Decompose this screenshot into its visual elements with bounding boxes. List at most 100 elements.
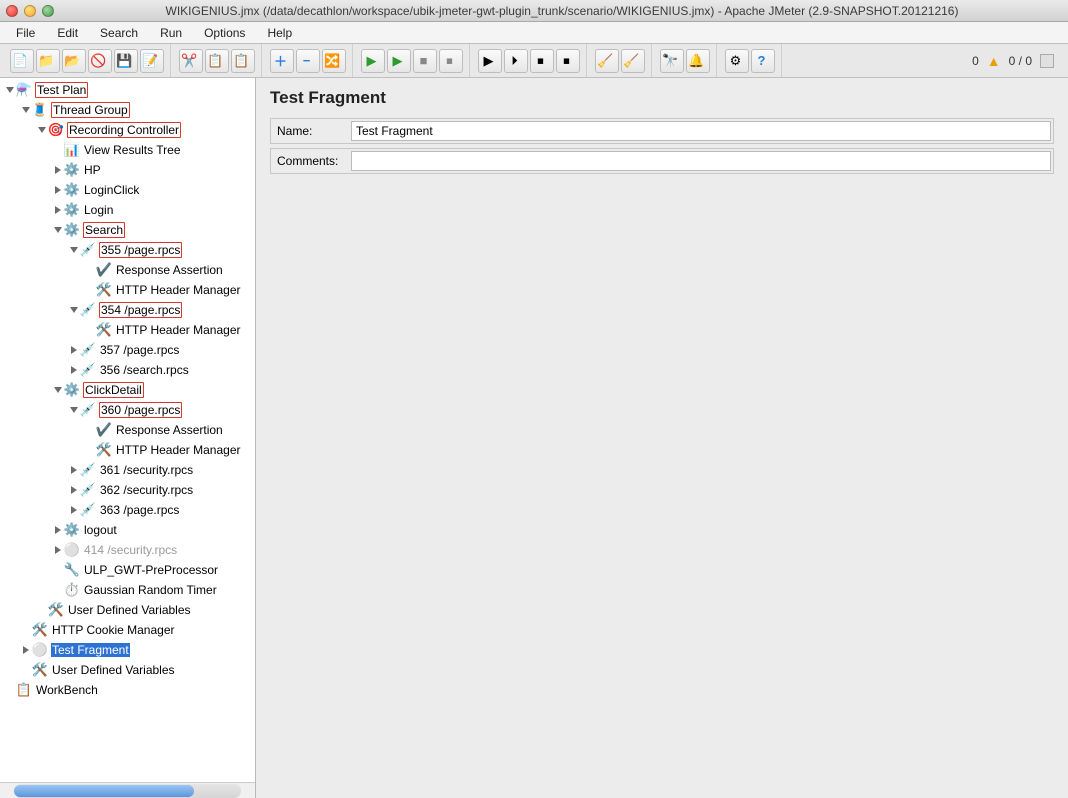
save-as-button[interactable]: 📝 [140, 49, 164, 73]
tree-node-udv2[interactable]: 🛠️ User Defined Variables [0, 660, 255, 680]
tree-node-recording-controller[interactable]: 🎯 Recording Controller [0, 120, 255, 140]
disclosure-icon[interactable] [22, 107, 30, 113]
collapse-button[interactable]: − [296, 49, 320, 73]
tree-node-thread-group[interactable]: 🧵 Thread Group [0, 100, 255, 120]
function-helper-button[interactable]: ⚙ [725, 49, 749, 73]
cut-button[interactable]: ✂️ [179, 49, 203, 73]
reset-search-button[interactable]: 🔔 [686, 49, 710, 73]
disclosure-icon[interactable] [70, 407, 78, 413]
menu-search[interactable]: Search [90, 24, 148, 42]
shutdown-button[interactable]: ⏹ [439, 49, 463, 73]
tree-node-362[interactable]: 💉 362 /security.rpcs [0, 480, 255, 500]
disclosure-placeholder [87, 286, 93, 294]
disclosure-icon[interactable] [55, 166, 61, 174]
start-no-pause-button[interactable]: ▶ [387, 49, 411, 73]
menu-run[interactable]: Run [150, 24, 192, 42]
save-as-icon: 📝 [143, 53, 159, 69]
stop-button[interactable]: ■ [413, 49, 437, 73]
close-button[interactable]: 🚫 [88, 49, 112, 73]
tree-node-http-hdr-3[interactable]: 🛠️ HTTP Header Manager [0, 440, 255, 460]
menu-file[interactable]: File [6, 24, 45, 42]
tree-node-test-plan[interactable]: ⚗️ Test Plan [0, 80, 255, 100]
disclosure-icon[interactable] [55, 206, 61, 214]
menu-help[interactable]: Help [257, 24, 302, 42]
open-icon: 📂 [65, 53, 81, 69]
disclosure-placeholder [7, 686, 13, 694]
menu-options[interactable]: Options [194, 24, 255, 42]
templates-button[interactable]: 📁 [36, 49, 60, 73]
tree-node-test-fragment[interactable]: ⚪ Test Fragment [0, 640, 255, 660]
tree-node-http-hdr-1[interactable]: 🛠️ HTTP Header Manager [0, 280, 255, 300]
scroll-thumb[interactable] [14, 785, 194, 797]
remote-stop-all-button[interactable]: ⏹ [556, 49, 580, 73]
tree-node-354[interactable]: 💉 354 /page.rpcs [0, 300, 255, 320]
disclosure-icon[interactable] [6, 87, 14, 93]
tree-node-363[interactable]: 💉 363 /page.rpcs [0, 500, 255, 520]
node-label: Search [83, 222, 125, 238]
tree-node-login[interactable]: ⚙️ Login [0, 200, 255, 220]
tree-node-clickdetail[interactable]: ⚙️ ClickDetail [0, 380, 255, 400]
help-button[interactable]: ? [751, 49, 775, 73]
disclosure-icon[interactable] [71, 466, 77, 474]
toggle-button[interactable]: 🔀 [322, 49, 346, 73]
menu-edit[interactable]: Edit [47, 24, 88, 42]
close-window-button[interactable] [6, 5, 18, 17]
disclosure-placeholder [23, 666, 29, 674]
broom-icon: 🧹 [598, 53, 614, 69]
disclosure-icon[interactable] [55, 546, 61, 554]
disclosure-icon[interactable] [70, 307, 78, 313]
disclosure-icon[interactable] [55, 526, 61, 534]
expand-button[interactable]: ＋ [270, 49, 294, 73]
disclosure-icon[interactable] [23, 646, 29, 654]
tree-node-resp-assert-1[interactable]: ✔️ Response Assertion [0, 260, 255, 280]
disclosure-icon[interactable] [55, 186, 61, 194]
tree-node-355[interactable]: 💉 355 /page.rpcs [0, 240, 255, 260]
name-input[interactable] [351, 121, 1051, 141]
tree-node-logout[interactable]: ⚙️ logout [0, 520, 255, 540]
tree-node-356[interactable]: 💉 356 /search.rpcs [0, 360, 255, 380]
tree-node-361[interactable]: 💉 361 /security.rpcs [0, 460, 255, 480]
comments-input[interactable] [351, 151, 1051, 171]
search-tree-button[interactable]: 🔭 [660, 49, 684, 73]
node-label: User Defined Variables [51, 663, 176, 677]
tree-node-view-results[interactable]: 📊 View Results Tree [0, 140, 255, 160]
tree-node-workbench[interactable]: 📋 WorkBench [0, 680, 255, 700]
tree-node-resp-assert-2[interactable]: ✔️ Response Assertion [0, 420, 255, 440]
timer-icon: ⏱️ [64, 582, 80, 598]
tree-node-gaussian-timer[interactable]: ⏱️ Gaussian Random Timer [0, 580, 255, 600]
zoom-window-button[interactable] [42, 5, 54, 17]
copy-button[interactable]: 📋 [205, 49, 229, 73]
tree-node-udv1[interactable]: 🛠️ User Defined Variables [0, 600, 255, 620]
paste-button[interactable]: 📋 [231, 49, 255, 73]
new-button[interactable]: 📄 [10, 49, 34, 73]
disclosure-icon[interactable] [70, 247, 78, 253]
start-button[interactable]: ▶ [361, 49, 385, 73]
disclosure-icon[interactable] [71, 486, 77, 494]
remote-stop-button[interactable]: ⏹ [530, 49, 554, 73]
tree-node-414[interactable]: ⚪ 414 /security.rpcs [0, 540, 255, 560]
remote-start-button[interactable]: ▶ [478, 49, 502, 73]
save-button[interactable]: 💾 [114, 49, 138, 73]
horizontal-scrollbar[interactable] [0, 782, 255, 798]
open-button[interactable]: 📂 [62, 49, 86, 73]
test-plan-tree[interactable]: ⚗️ Test Plan 🧵 Thread Group 🎯 Recording … [0, 78, 255, 782]
tree-node-360[interactable]: 💉 360 /page.rpcs [0, 400, 255, 420]
disclosure-icon[interactable] [54, 227, 62, 233]
tree-node-cookie-mgr[interactable]: 🛠️ HTTP Cookie Manager [0, 620, 255, 640]
disclosure-icon[interactable] [71, 346, 77, 354]
disclosure-icon[interactable] [71, 506, 77, 514]
minimize-window-button[interactable] [24, 5, 36, 17]
tree-node-357[interactable]: 💉 357 /page.rpcs [0, 340, 255, 360]
tree-node-search[interactable]: ⚙️ Search [0, 220, 255, 240]
disclosure-icon[interactable] [54, 387, 62, 393]
disclosure-icon[interactable] [38, 127, 46, 133]
sampler-icon: 💉 [80, 302, 96, 318]
clear-button[interactable]: 🧹 [595, 49, 619, 73]
clear-all-button[interactable]: 🧹 [621, 49, 645, 73]
tree-node-ulp-gwt[interactable]: 🔧 ULP_GWT-PreProcessor [0, 560, 255, 580]
tree-node-loginclick[interactable]: ⚙️ LoginClick [0, 180, 255, 200]
tree-node-hp[interactable]: ⚙️ HP [0, 160, 255, 180]
remote-start-all-button[interactable]: ⏵ [504, 49, 528, 73]
disclosure-icon[interactable] [71, 366, 77, 374]
tree-node-http-hdr-2[interactable]: 🛠️ HTTP Header Manager [0, 320, 255, 340]
